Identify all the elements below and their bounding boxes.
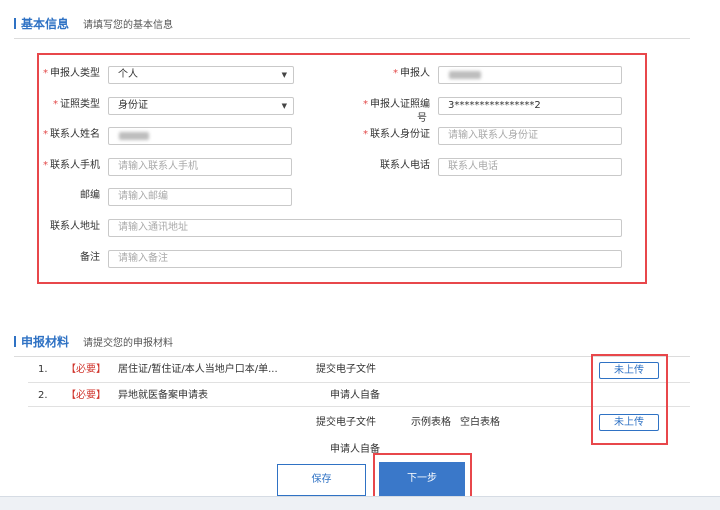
remark-input[interactable]: 请输入备注 — [108, 250, 622, 268]
redacted-value — [119, 132, 149, 140]
next-step-button[interactable]: 下一步 — [379, 462, 465, 496]
save-button[interactable]: 保存 — [277, 464, 366, 496]
section-divider — [14, 356, 690, 357]
contact-phone-label: 联系人电话 — [380, 160, 430, 171]
material-index: 2. — [38, 390, 48, 401]
submit-type: 提交电子文件 — [316, 364, 376, 375]
sample-form-link[interactable]: 示例表格 — [411, 416, 451, 430]
caret-down-icon: ▼ — [281, 71, 287, 79]
material-name: 异地就医备案申请表 — [118, 390, 208, 401]
contact-id-input[interactable]: 请输入联系人身份证 — [438, 127, 622, 145]
remark-label: 备注 — [80, 252, 100, 263]
section-marker — [14, 17, 16, 29]
section-divider — [14, 38, 690, 39]
contact-mobile-label: * 联系人手机 — [43, 160, 100, 171]
materials-subtitle: 请提交您的申报材料 — [83, 337, 174, 349]
contact-mobile-input[interactable]: 请输入联系人手机 — [108, 158, 292, 176]
id-type-select[interactable]: 身份证 ▼ — [108, 97, 294, 115]
contact-name-input[interactable] — [108, 127, 292, 145]
contact-name-label: * 联系人姓名 — [43, 129, 100, 140]
address-label: 联系人地址 — [50, 221, 100, 232]
contact-id-label: * 联系人身份证 — [363, 129, 430, 140]
applicant-label: * 申报人 — [393, 68, 430, 79]
applicant-id-no-input[interactable]: 3****************2 — [438, 97, 622, 115]
blank-form-link[interactable]: 空白表格 — [460, 416, 500, 430]
applicant-type-select[interactable]: 个人 ▼ — [108, 66, 294, 84]
section-marker — [14, 335, 16, 347]
upload-button[interactable]: 未上传 — [599, 362, 659, 379]
required-tag: 【必要】 — [66, 364, 106, 375]
material-name: 居住证/暂住证/本人当地户口本/单... — [118, 364, 278, 375]
materials-title: 申报材料 — [21, 334, 70, 349]
required-tag: 【必要】 — [66, 390, 106, 401]
upload-button[interactable]: 未上传 — [599, 414, 659, 431]
contact-phone-input[interactable]: 联系人电话 — [438, 158, 622, 176]
applicant-id-no-label: * 申报人证照编 号 — [363, 99, 430, 124]
redacted-value — [449, 71, 481, 79]
submit-type: 提交电子文件 — [316, 417, 376, 428]
basic-info-subtitle: 请填写您的基本信息 — [83, 19, 174, 31]
postcode-label: 邮编 — [80, 190, 100, 201]
caret-down-icon: ▼ — [281, 102, 287, 110]
material-index: 1. — [38, 364, 48, 375]
basic-info-title: 基本信息 — [21, 16, 70, 31]
postcode-input[interactable]: 请输入邮编 — [108, 188, 292, 206]
applicant-input[interactable] — [438, 66, 622, 84]
basic-info-header: 基本信息 请填写您的基本信息 — [14, 13, 173, 33]
materials-header: 申报材料 请提交您的申报材料 — [14, 331, 173, 351]
address-input[interactable]: 请输入通讯地址 — [108, 219, 622, 237]
id-type-label: * 证照类型 — [53, 99, 100, 110]
page-footer-bar — [0, 496, 720, 510]
material-source: 申请人自备 — [330, 390, 380, 401]
applicant-type-label: * 申报人类型 — [43, 68, 100, 79]
